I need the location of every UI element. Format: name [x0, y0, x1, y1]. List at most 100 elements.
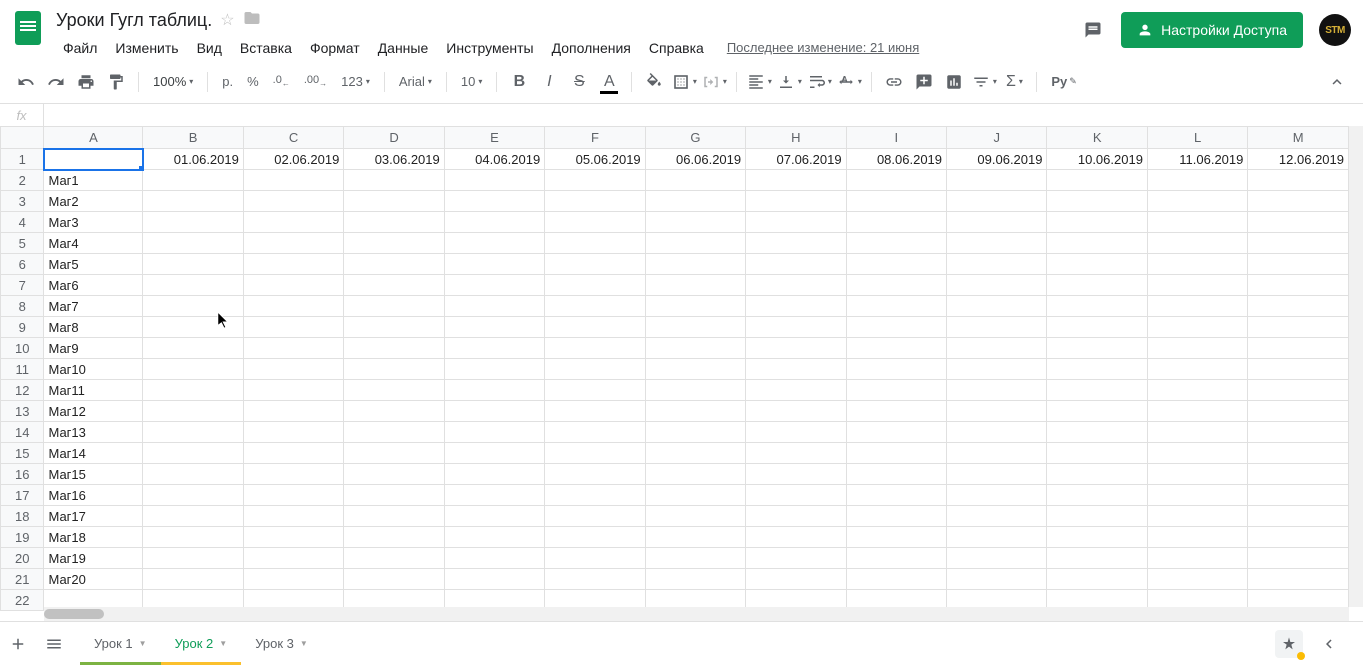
cell[interactable]	[444, 527, 544, 548]
cell[interactable]	[344, 275, 444, 296]
cell[interactable]	[746, 569, 846, 590]
menu-инструменты[interactable]: Инструменты	[439, 36, 540, 60]
cell[interactable]	[947, 296, 1047, 317]
cell[interactable]	[344, 212, 444, 233]
cell[interactable]	[143, 527, 243, 548]
cell[interactable]	[243, 212, 343, 233]
cell[interactable]	[1248, 233, 1349, 254]
row-header[interactable]: 6	[1, 254, 44, 275]
star-icon[interactable]: ☆	[220, 10, 234, 30]
column-header[interactable]: K	[1047, 127, 1147, 149]
cell[interactable]: Маг2	[44, 191, 143, 212]
cell[interactable]	[344, 317, 444, 338]
cell[interactable]	[344, 170, 444, 191]
font-family-select[interactable]: Arial	[393, 68, 438, 96]
cell[interactable]	[746, 170, 846, 191]
cell[interactable]	[1248, 338, 1349, 359]
cell[interactable]: 05.06.2019	[545, 149, 645, 170]
cell[interactable]	[444, 191, 544, 212]
cell[interactable]	[947, 569, 1047, 590]
cell[interactable]	[746, 464, 846, 485]
cell[interactable]	[545, 569, 645, 590]
cell[interactable]	[1147, 506, 1247, 527]
menu-формат[interactable]: Формат	[303, 36, 367, 60]
cell[interactable]	[1248, 464, 1349, 485]
cell[interactable]	[1248, 380, 1349, 401]
column-header[interactable]: E	[444, 127, 544, 149]
more-formats-button[interactable]: 123	[335, 68, 376, 96]
row-header[interactable]: 13	[1, 401, 44, 422]
cell[interactable]	[444, 170, 544, 191]
cell[interactable]	[344, 548, 444, 569]
cell[interactable]	[344, 401, 444, 422]
column-header[interactable]: I	[846, 127, 946, 149]
sheets-logo[interactable]	[8, 8, 48, 48]
cell[interactable]	[243, 296, 343, 317]
cell[interactable]	[545, 338, 645, 359]
column-header[interactable]: M	[1248, 127, 1349, 149]
cell[interactable]	[1047, 443, 1147, 464]
cell[interactable]	[947, 527, 1047, 548]
cell[interactable]	[1047, 254, 1147, 275]
cell[interactable]	[243, 464, 343, 485]
cell[interactable]	[243, 443, 343, 464]
cell[interactable]: 01.06.2019	[143, 149, 243, 170]
cell[interactable]	[344, 443, 444, 464]
cell[interactable]	[1047, 485, 1147, 506]
cell[interactable]	[645, 317, 745, 338]
cell[interactable]	[947, 359, 1047, 380]
cell[interactable]	[846, 380, 946, 401]
cell[interactable]	[746, 191, 846, 212]
cell[interactable]	[545, 233, 645, 254]
cell[interactable]	[444, 443, 544, 464]
cell[interactable]	[1047, 359, 1147, 380]
row-header[interactable]: 22	[1, 590, 44, 611]
cell[interactable]	[645, 296, 745, 317]
cell[interactable]	[444, 422, 544, 443]
cell[interactable]	[746, 380, 846, 401]
cell[interactable]	[746, 443, 846, 464]
menu-файл[interactable]: Файл	[56, 36, 104, 60]
cell[interactable]	[344, 380, 444, 401]
cell[interactable]	[1047, 401, 1147, 422]
cell[interactable]	[947, 254, 1047, 275]
column-header[interactable]: L	[1147, 127, 1247, 149]
row-header[interactable]: 12	[1, 380, 44, 401]
currency-button[interactable]: р.	[216, 68, 239, 96]
cell[interactable]	[947, 338, 1047, 359]
cell[interactable]	[545, 359, 645, 380]
cell[interactable]	[545, 275, 645, 296]
cell[interactable]	[846, 359, 946, 380]
side-panel-toggle[interactable]	[1311, 626, 1347, 662]
cell[interactable]: Маг19	[44, 548, 143, 569]
cell[interactable]	[243, 233, 343, 254]
cell[interactable]	[545, 548, 645, 569]
cell[interactable]	[243, 254, 343, 275]
cell[interactable]	[444, 569, 544, 590]
row-header[interactable]: 9	[1, 317, 44, 338]
cell[interactable]	[545, 485, 645, 506]
cell[interactable]	[444, 212, 544, 233]
cell[interactable]	[444, 359, 544, 380]
cell[interactable]	[746, 401, 846, 422]
cell[interactable]	[1248, 191, 1349, 212]
cell[interactable]	[444, 296, 544, 317]
cell[interactable]: Маг3	[44, 212, 143, 233]
cell[interactable]	[344, 359, 444, 380]
borders-button[interactable]	[670, 68, 698, 96]
redo-button[interactable]	[42, 68, 70, 96]
chevron-down-icon[interactable]: ▼	[139, 639, 147, 648]
cell[interactable]: Маг10	[44, 359, 143, 380]
cell[interactable]	[1248, 569, 1349, 590]
cell[interactable]	[143, 422, 243, 443]
cell[interactable]	[1248, 485, 1349, 506]
cell[interactable]	[645, 506, 745, 527]
strikethrough-button[interactable]: S	[565, 68, 593, 96]
cell[interactable]	[243, 527, 343, 548]
row-header[interactable]: 19	[1, 527, 44, 548]
cell[interactable]	[1147, 212, 1247, 233]
cell[interactable]	[947, 548, 1047, 569]
cell[interactable]	[545, 506, 645, 527]
cell[interactable]	[645, 170, 745, 191]
cell[interactable]	[645, 422, 745, 443]
